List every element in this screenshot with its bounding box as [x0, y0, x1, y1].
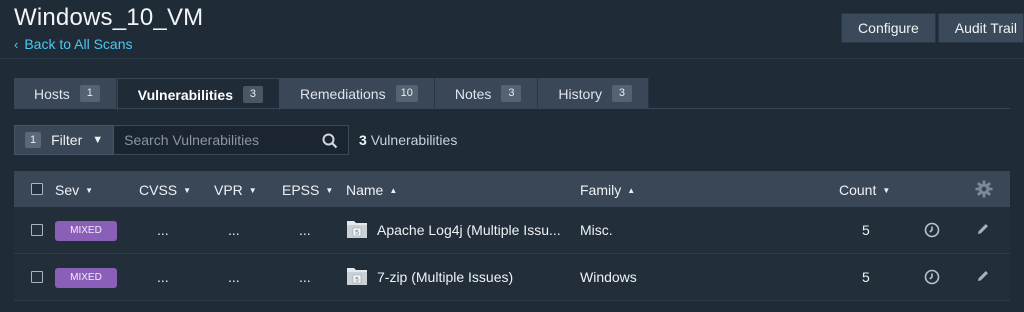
sort-down-icon: ▼ — [882, 186, 891, 195]
column-label: EPSS — [282, 182, 320, 198]
audit-trail-button[interactable]: Audit Trail — [937, 13, 1024, 43]
sort-down-icon: ▼ — [248, 186, 257, 195]
tab-history[interactable]: History 3 — [538, 78, 649, 109]
tab-label: Notes — [454, 85, 492, 102]
column-label: CVSS — [139, 182, 178, 198]
snooze-clock-icon[interactable] — [924, 222, 940, 241]
family-value: Misc. — [580, 222, 613, 238]
tab-count-badge: 1 — [79, 85, 100, 102]
plugin-count: 5 — [355, 277, 359, 284]
tab-count-badge: 3 — [242, 86, 263, 103]
tab-label: Hosts — [34, 85, 70, 102]
column-label: Sev — [55, 182, 80, 198]
column-label: Family — [580, 182, 622, 198]
sort-down-icon: ▼ — [325, 186, 334, 195]
table-row[interactable]: MIXED ... ... ... 5 Apache Log4j (Multip… — [14, 207, 1010, 254]
vpr-value: ... — [228, 222, 240, 238]
column-label: Name — [346, 182, 384, 198]
column-cvss[interactable]: CVSS ▼ — [139, 182, 191, 198]
epss-value: ... — [299, 269, 311, 285]
column-sev[interactable]: Sev ▼ — [55, 182, 93, 198]
tabs-underline — [14, 108, 1010, 109]
sort-down-icon: ▼ — [183, 186, 192, 195]
select-all-checkbox[interactable] — [31, 183, 43, 195]
severity-badge: MIXED — [55, 268, 117, 288]
back-to-scans-link[interactable]: ‹ Back to All Scans — [14, 36, 133, 52]
vulnerability-name[interactable]: Apache Log4j (Multiple Issu... — [377, 222, 561, 238]
back-link-label: Back to All Scans — [24, 36, 133, 52]
page-title: Windows_10_VM — [14, 4, 204, 31]
tab-count-badge: 3 — [501, 85, 522, 102]
plugin-folder-icon: 5 — [346, 219, 368, 242]
chevron-left-icon: ‹ — [14, 37, 19, 52]
column-count[interactable]: Count ▼ — [839, 182, 890, 198]
row-checkbox[interactable] — [31, 271, 43, 283]
tab-label: Vulnerabilities — [137, 86, 233, 103]
search-icon[interactable] — [322, 133, 338, 154]
snooze-clock-icon[interactable] — [924, 269, 940, 288]
result-count-number: 3 — [359, 132, 367, 148]
header-actions: Configure Audit Trail — [841, 13, 1024, 43]
search-input[interactable] — [114, 131, 317, 149]
column-family[interactable]: Family ▲ — [580, 182, 635, 198]
table-header: Sev ▼ CVSS ▼ VPR ▼ EPSS ▼ Name ▲ Family ▲ Coun… — [14, 171, 1010, 207]
column-name[interactable]: Name ▲ — [346, 182, 397, 198]
scan-tabs: Hosts 1 Vulnerabilities 3 Remediations 1… — [14, 78, 649, 110]
edit-pencil-icon[interactable] — [976, 269, 990, 286]
search-box — [114, 125, 350, 155]
table-row[interactable]: MIXED ... ... ... 5 7-zip (Multiple Issu… — [14, 254, 1010, 301]
edit-pencil-icon[interactable] — [976, 222, 990, 239]
filter-label: Filter — [51, 132, 83, 148]
tab-count-badge: 3 — [611, 85, 632, 102]
gear-icon[interactable] — [975, 180, 993, 201]
filter-bar: 1 Filter ▼ — [14, 125, 350, 155]
column-vpr[interactable]: VPR ▼ — [214, 182, 257, 198]
tab-hosts[interactable]: Hosts 1 — [14, 78, 117, 109]
sort-up-icon: ▲ — [627, 186, 636, 195]
result-count: 3 Vulnerabilities — [359, 132, 457, 148]
vulnerabilities-table: Sev ▼ CVSS ▼ VPR ▼ EPSS ▼ Name ▲ Family ▲ Coun… — [14, 171, 1010, 301]
family-value: Windows — [580, 269, 637, 285]
vulnerability-name[interactable]: 7-zip (Multiple Issues) — [377, 269, 513, 285]
severity-badge: MIXED — [55, 221, 117, 241]
tab-vulnerabilities[interactable]: Vulnerabilities 3 — [116, 78, 280, 110]
filter-count-badge: 1 — [25, 132, 42, 148]
column-label: VPR — [214, 182, 243, 198]
sort-down-icon: ▼ — [85, 186, 94, 195]
column-epss[interactable]: EPSS ▼ — [282, 182, 333, 198]
row-checkbox[interactable] — [31, 224, 43, 236]
cvss-value: ... — [157, 222, 169, 238]
result-count-label: Vulnerabilities — [370, 132, 458, 148]
count-value: 5 — [862, 269, 870, 285]
configure-button[interactable]: Configure — [841, 13, 936, 43]
plugin-folder-icon: 5 — [346, 266, 368, 289]
tab-label: Remediations — [299, 85, 386, 102]
cvss-value: ... — [157, 269, 169, 285]
epss-value: ... — [299, 222, 311, 238]
caret-down-icon: ▼ — [92, 134, 104, 146]
plugin-count: 5 — [355, 230, 359, 237]
vpr-value: ... — [228, 269, 240, 285]
header-divider — [0, 58, 1024, 59]
sort-up-icon: ▲ — [389, 186, 398, 195]
tab-remediations[interactable]: Remediations 10 — [279, 78, 435, 109]
filter-button[interactable]: 1 Filter ▼ — [14, 125, 115, 155]
count-value: 5 — [862, 222, 870, 238]
column-label: Count — [839, 182, 877, 198]
tab-count-badge: 10 — [395, 85, 418, 102]
tab-label: History — [558, 85, 602, 102]
tab-notes[interactable]: Notes 3 — [434, 78, 539, 109]
